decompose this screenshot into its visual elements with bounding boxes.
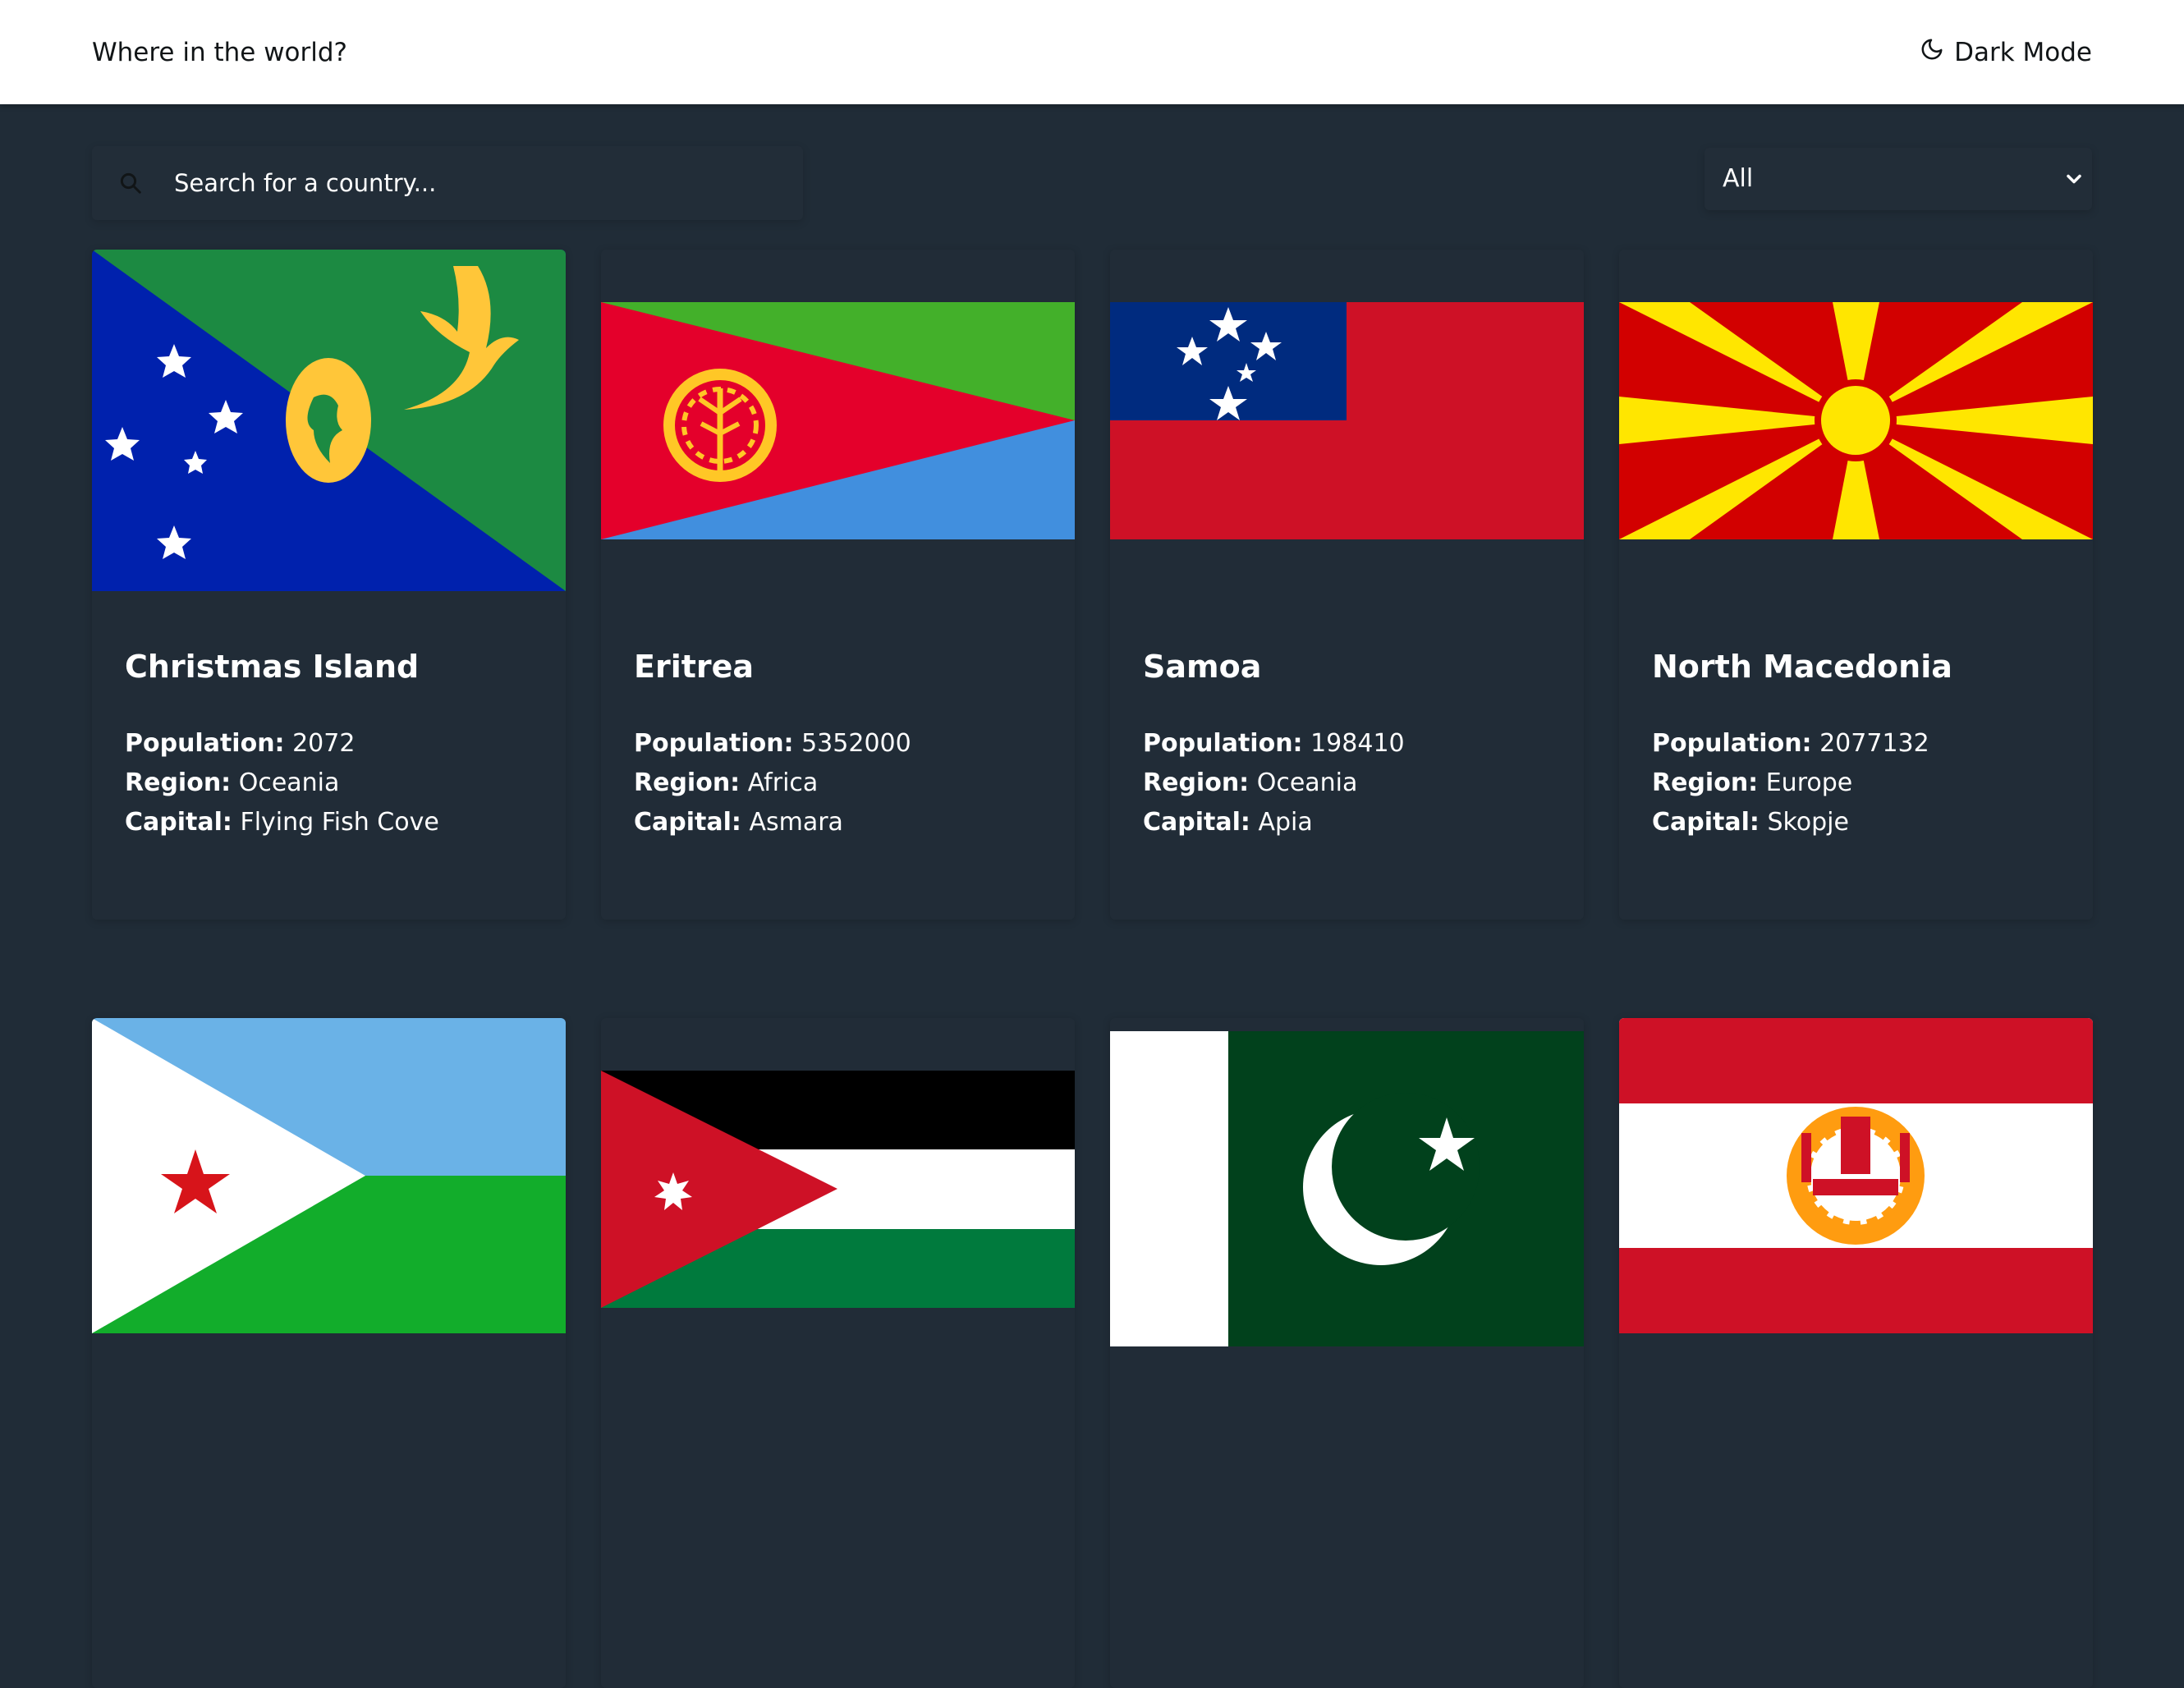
- samoa-flag: [1110, 250, 1584, 591]
- country-card[interactable]: [1619, 1018, 2093, 1688]
- capital-row: Capital: Skopje: [1652, 808, 1849, 837]
- region-row: Region: Oceania: [1143, 768, 1358, 797]
- population-row: Population: 2077132: [1652, 729, 1929, 758]
- search-icon: [118, 171, 143, 195]
- search-box: [92, 146, 803, 220]
- capital-value: Skopje: [1767, 808, 1849, 837]
- population-row: Population: 198410: [1143, 729, 1405, 758]
- country-card[interactable]: [601, 1018, 1075, 1688]
- population-value: 2072: [292, 729, 356, 758]
- eritrea-flag: [601, 250, 1075, 591]
- country-name: Eritrea: [634, 649, 755, 685]
- capital-row: Capital: Apia: [1143, 808, 1313, 837]
- population-value: 2077132: [1819, 729, 1929, 758]
- capital-row: Capital: Asmara: [634, 808, 843, 837]
- population-row: Population: 5352000: [634, 729, 911, 758]
- country-name: North Macedonia: [1652, 649, 1952, 685]
- moon-icon: [1920, 37, 1944, 68]
- dark-mode-label: Dark Mode: [1954, 38, 2092, 67]
- population-row: Population: 2072: [125, 729, 356, 758]
- country-card[interactable]: Eritrea Population: 5352000 Region: Afri…: [601, 250, 1075, 920]
- app-title: Where in the world?: [92, 38, 348, 67]
- region-value: Europe: [1765, 768, 1853, 797]
- capital-value: Flying Fish Cove: [240, 808, 439, 837]
- region-filter-select[interactable]: All: [1705, 148, 2092, 210]
- jordan-flag: [601, 1018, 1075, 1360]
- region-value: Oceania: [238, 768, 340, 797]
- region-row: Region: Europe: [1652, 768, 1853, 797]
- region-row: Region: Africa: [634, 768, 819, 797]
- search-input[interactable]: [174, 146, 782, 220]
- region-value: Oceania: [1256, 768, 1358, 797]
- country-card[interactable]: Samoa Population: 198410 Region: Oceania…: [1110, 250, 1584, 920]
- country-card[interactable]: North Macedonia Population: 2077132 Regi…: [1619, 250, 2093, 920]
- country-card[interactable]: [92, 1018, 566, 1688]
- dark-mode-toggle[interactable]: Dark Mode: [1920, 36, 2092, 69]
- french-polynesia-flag: [1619, 1018, 2093, 1360]
- djibouti-flag: [92, 1018, 566, 1360]
- region-value: Africa: [747, 768, 819, 797]
- pakistan-flag: [1110, 1018, 1584, 1360]
- north-macedonia-flag: [1619, 250, 2093, 591]
- capital-value: Apia: [1258, 808, 1313, 837]
- population-value: 5352000: [801, 729, 911, 758]
- top-header: Where in the world? Dark Mode: [0, 0, 2184, 104]
- capital-value: Asmara: [749, 808, 843, 837]
- population-value: 198410: [1310, 729, 1405, 758]
- country-name: Samoa: [1143, 649, 1262, 685]
- region-filter-value: All: [1723, 164, 1754, 193]
- chevron-down-icon: [2062, 167, 2085, 190]
- region-row: Region: Oceania: [125, 768, 340, 797]
- country-card[interactable]: Christmas Island Population: 2072 Region…: [92, 250, 566, 920]
- country-card[interactable]: [1110, 1018, 1584, 1688]
- capital-row: Capital: Flying Fish Cove: [125, 808, 439, 837]
- country-name: Christmas Island: [125, 649, 420, 685]
- christmas-island-flag: [92, 250, 566, 591]
